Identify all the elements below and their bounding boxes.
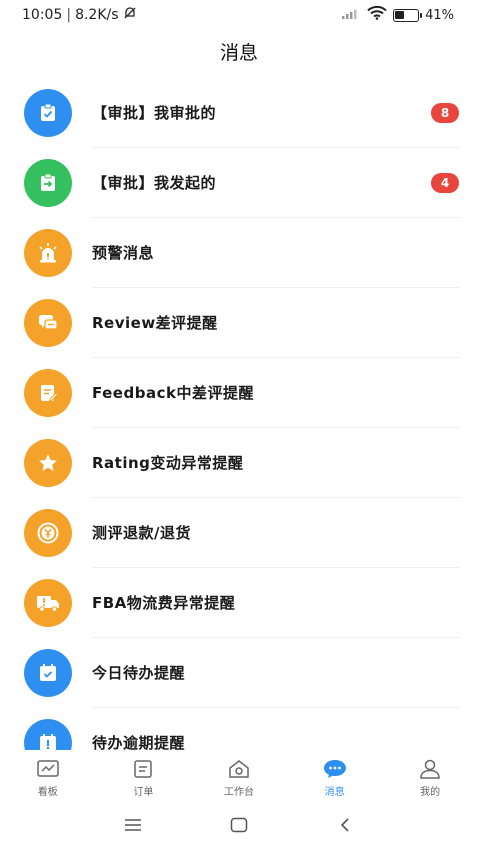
- back-chevron-icon: [340, 818, 349, 832]
- tab-label: 工作台: [223, 787, 254, 798]
- message-item[interactable]: 【审批】我发起的 4: [0, 148, 478, 218]
- clipboard-arrow-icon: [24, 159, 72, 207]
- status-right: 41%: [341, 5, 454, 24]
- tab-label: 订单: [133, 787, 154, 798]
- message-bubble-icon: [322, 758, 348, 780]
- tab-label: 我的: [420, 787, 441, 798]
- message-item[interactable]: 测评退款/退货: [0, 498, 478, 568]
- order-list-icon: [130, 758, 156, 780]
- home-nav-button[interactable]: [224, 810, 254, 840]
- clipboard-check-icon: [24, 89, 72, 137]
- alarm-light-icon: [24, 229, 72, 277]
- unread-count-badge: 8: [431, 103, 459, 123]
- tab-label: 消息: [324, 787, 345, 798]
- tab-message-bubble[interactable]: 消息: [287, 750, 383, 800]
- message-item-label: 待办逾期提醒: [92, 734, 186, 750]
- message-list[interactable]: 【审批】我审批的 8 【审批】我发起的 4 预警消息 Review差评提醒 Feedback…: [0, 78, 478, 750]
- system-nav-bar: [0, 800, 478, 850]
- user-profile-icon: [417, 758, 443, 780]
- tab-order-list[interactable]: 订单: [96, 750, 192, 800]
- message-item[interactable]: Review差评提醒: [0, 288, 478, 358]
- menu-nav-button[interactable]: [118, 810, 148, 840]
- tab-dashboard[interactable]: 看板: [0, 750, 96, 800]
- wifi-icon: [367, 5, 387, 24]
- message-item[interactable]: FBA物流费异常提醒: [0, 568, 478, 638]
- message-item-label: Rating变动异常提醒: [92, 454, 244, 472]
- page-title: 消息: [219, 42, 258, 64]
- message-item-label: 今日待办提醒: [92, 664, 186, 682]
- status-time: 10:05: [22, 7, 63, 23]
- star-icon: [24, 439, 72, 487]
- signal-icon: [341, 7, 361, 23]
- tab-label: 看板: [37, 787, 58, 798]
- message-item-label: Feedback中差评提醒: [92, 384, 254, 402]
- message-item[interactable]: 今日待办提醒: [0, 638, 478, 708]
- message-item-label: 【审批】我审批的: [92, 104, 217, 122]
- yen-coin-icon: [24, 509, 72, 557]
- truck-alert-icon: [24, 579, 72, 627]
- message-item[interactable]: 【审批】我审批的 8: [0, 78, 478, 148]
- dashboard-icon: [35, 758, 61, 780]
- bottom-tab-bar: 看板 订单 工作台 消息 我的: [0, 750, 478, 800]
- message-item-label: FBA物流费异常提醒: [92, 594, 236, 612]
- status-separator: |: [66, 7, 72, 23]
- tab-workbench-home[interactable]: 工作台: [191, 750, 287, 800]
- message-item-label: 【审批】我发起的: [92, 174, 217, 192]
- battery-icon: [393, 8, 423, 22]
- message-item[interactable]: Rating变动异常提醒: [0, 428, 478, 498]
- home-square-icon: [230, 817, 248, 833]
- menu-icon: [125, 819, 141, 831]
- calendar-check-icon: [24, 649, 72, 697]
- workbench-home-icon: [226, 758, 252, 780]
- unread-count-badge: 4: [431, 173, 459, 193]
- status-net-speed: 8.2K/s: [75, 7, 119, 23]
- battery-percent: 41%: [425, 7, 454, 23]
- message-item[interactable]: 预警消息: [0, 218, 478, 288]
- status-bar: 10:05 | 8.2K/s 41%: [0, 0, 478, 30]
- message-item[interactable]: Feedback中差评提醒: [0, 358, 478, 428]
- edit-note-icon: [24, 369, 72, 417]
- calendar-alert-icon: [24, 719, 72, 750]
- status-left: 10:05 | 8.2K/s: [22, 6, 137, 24]
- message-item-label: 预警消息: [92, 244, 155, 262]
- message-item-label: 测评退款/退货: [92, 524, 191, 542]
- chat-bubbles-icon: [24, 299, 72, 347]
- message-item[interactable]: 待办逾期提醒: [0, 708, 478, 750]
- message-item-label: Review差评提醒: [92, 314, 218, 332]
- back-nav-button[interactable]: [330, 810, 360, 840]
- mute-bell-icon: [123, 6, 137, 24]
- tab-user-profile[interactable]: 我的: [382, 750, 478, 800]
- battery-fill: [395, 10, 405, 19]
